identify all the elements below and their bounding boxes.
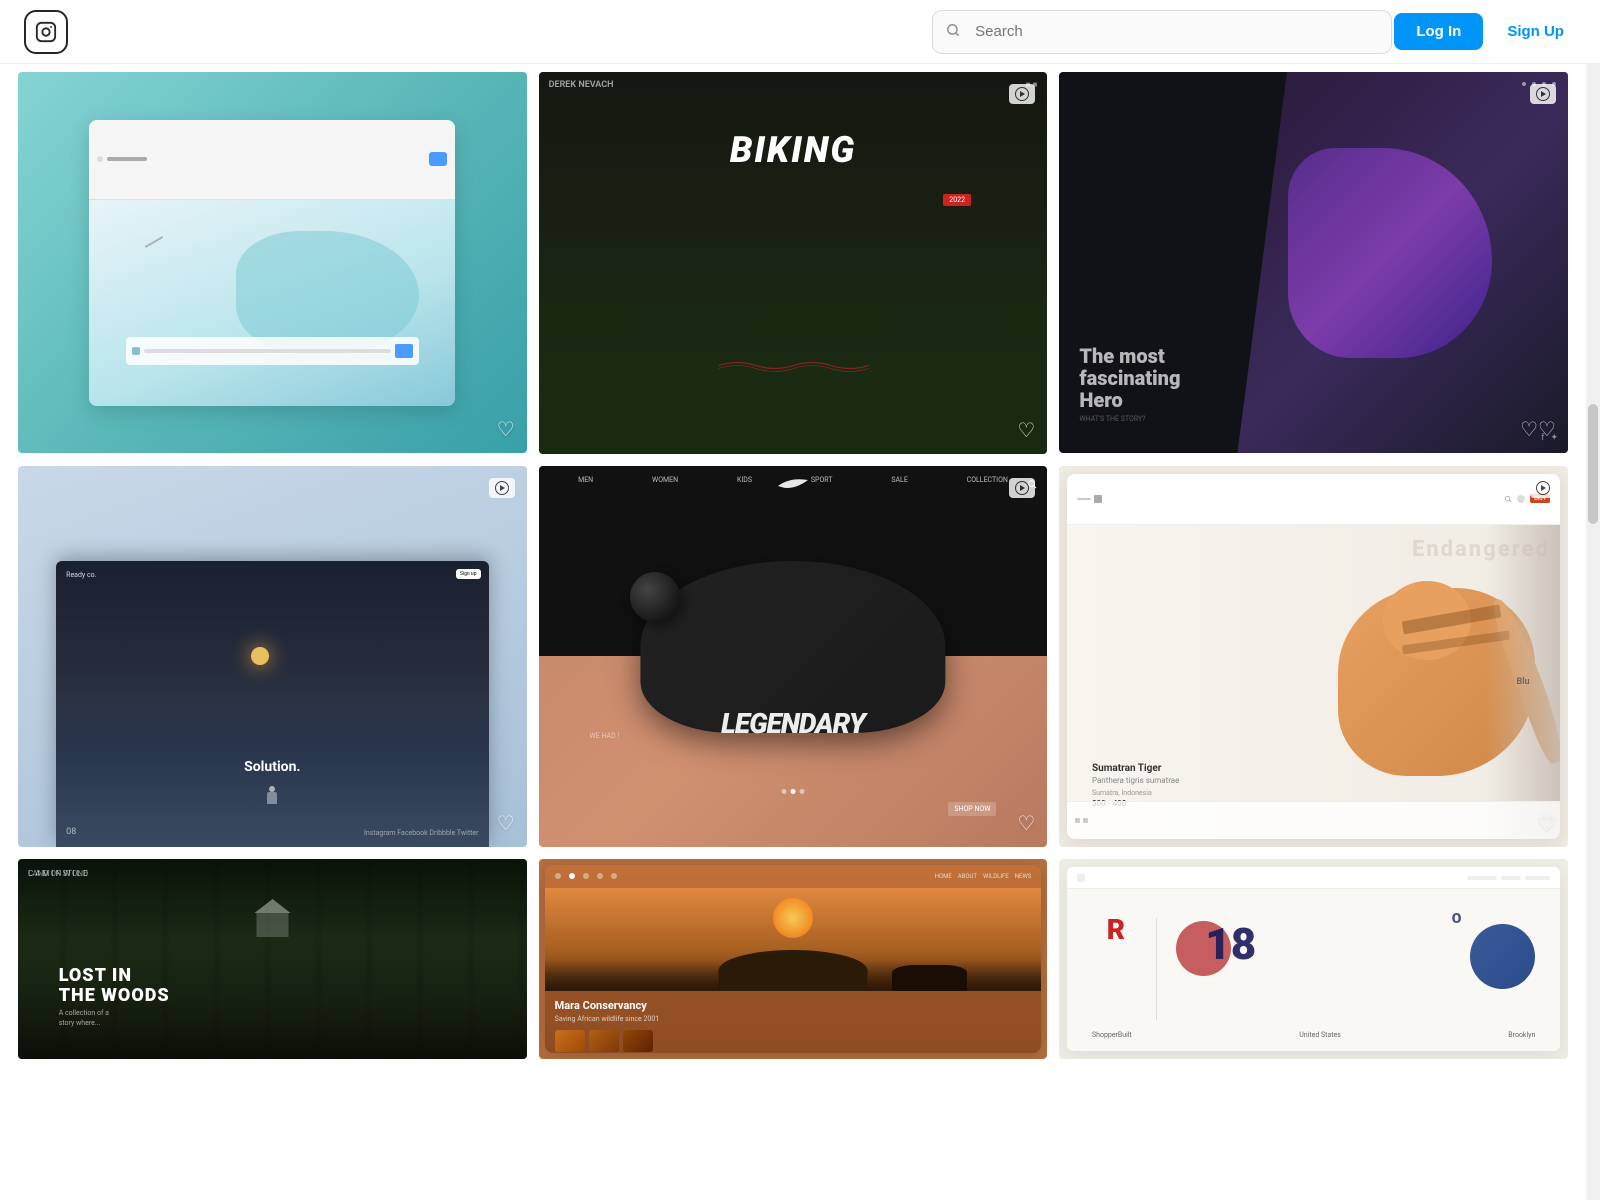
grid-item-4[interactable]: Ready co. Sign up Solution. 08 Instagram… <box>18 466 527 847</box>
instagram-logo <box>24 10 68 54</box>
video-icon-6 <box>1530 478 1556 498</box>
card-4-number: 08 <box>66 827 76 837</box>
card-5-dots <box>781 789 804 794</box>
card-3-text: The mostfascinatingHero WHAT'S THE STORY… <box>1079 345 1180 423</box>
grid-item-7[interactable]: CAMINWILD LAND OF STONE LOST INTHE WOODS… <box>18 859 527 1059</box>
video-icon-4 <box>489 478 515 498</box>
grid-item-3[interactable]: The mostfascinatingHero WHAT'S THE STORY… <box>1059 72 1568 453</box>
heart-icon-5[interactable]: ♡ <box>1017 811 1035 835</box>
card-7-desc: A collection of a story where... <box>59 1009 126 1029</box>
grid-item-6[interactable]: Blu+ Endangered <box>1059 466 1568 847</box>
card-9-footer: ShopperBuilt United States Brooklyn <box>1092 1031 1535 1039</box>
image-grid: ♡ Biking DEREK NEVACH ■ ■ 2022 <box>18 64 1568 1059</box>
grid-item-2[interactable]: Biking DEREK NEVACH ■ ■ 2022 <box>539 72 1048 454</box>
card-4-logo: Ready co. <box>66 571 96 579</box>
scrollbar-thumb[interactable] <box>1588 404 1598 524</box>
grid-item-1[interactable]: ♡ <box>18 72 527 453</box>
header: Log In Sign Up <box>0 0 1600 64</box>
card-6-species: Sumatran Tiger <box>1092 763 1289 774</box>
card-9-number: 18 <box>1205 918 1256 970</box>
grid-item-5[interactable]: MEN WOMEN KIDS SPORT SALE COLLECTION LEG… <box>539 466 1048 848</box>
heart-icon-2[interactable]: ♡ <box>1017 418 1035 442</box>
scrollbar[interactable] <box>1586 64 1600 1200</box>
card-8-mara-desc: Saving African wildlife since 2001 <box>555 1015 1032 1025</box>
signup-button[interactable]: Sign Up <box>1495 13 1576 50</box>
search-icon <box>946 23 960 41</box>
card-4-socials: Instagram Facebook Dribbble Twitter <box>364 829 479 837</box>
card-5-legendary-text: LEGENDARY <box>721 707 865 740</box>
search-container <box>932 10 1392 54</box>
card-9-o-letter: O <box>1452 911 1462 927</box>
card-4-solution-text: Solution. <box>244 759 300 775</box>
search-input[interactable] <box>932 10 1392 54</box>
card-9-r-letter: R <box>1107 913 1125 946</box>
heart-icon-6[interactable]: ♡ <box>1538 811 1556 835</box>
main-content: ♡ Biking DEREK NEVACH ■ ■ 2022 <box>0 64 1600 1059</box>
card-6-latin: Panthera tigris sumatrae <box>1092 776 1289 785</box>
header-actions: Log In Sign Up <box>1394 13 1576 50</box>
card-7-sublabel: LAND OF STONE <box>28 869 88 878</box>
grid-item-9[interactable]: R 18 O ShopperBuilt United States Brookl… <box>1059 859 1568 1059</box>
login-button[interactable]: Log In <box>1394 13 1483 50</box>
card-7-house <box>255 899 290 939</box>
card-8-mara-title: Mara Conservancy <box>555 999 1032 1012</box>
heart-icon-4[interactable]: ♡ <box>497 811 515 835</box>
grid-item-8[interactable]: HOME ABOUT WILDLIFE NEWS <box>539 859 1048 1059</box>
video-icon-3 <box>1530 84 1556 104</box>
card-7-text-block: LOST INTHE WOODS A collection of a story… <box>59 966 170 1029</box>
card-6-location: Sumatra, Indonesia <box>1092 789 1289 797</box>
card-4-btn: Sign up <box>456 569 481 579</box>
heart-icon-1[interactable]: ♡ <box>497 417 515 441</box>
card-7-title: LOST INTHE WOODS <box>59 966 170 1006</box>
card-5-shop-btn[interactable]: SHOP NOW <box>948 802 996 816</box>
